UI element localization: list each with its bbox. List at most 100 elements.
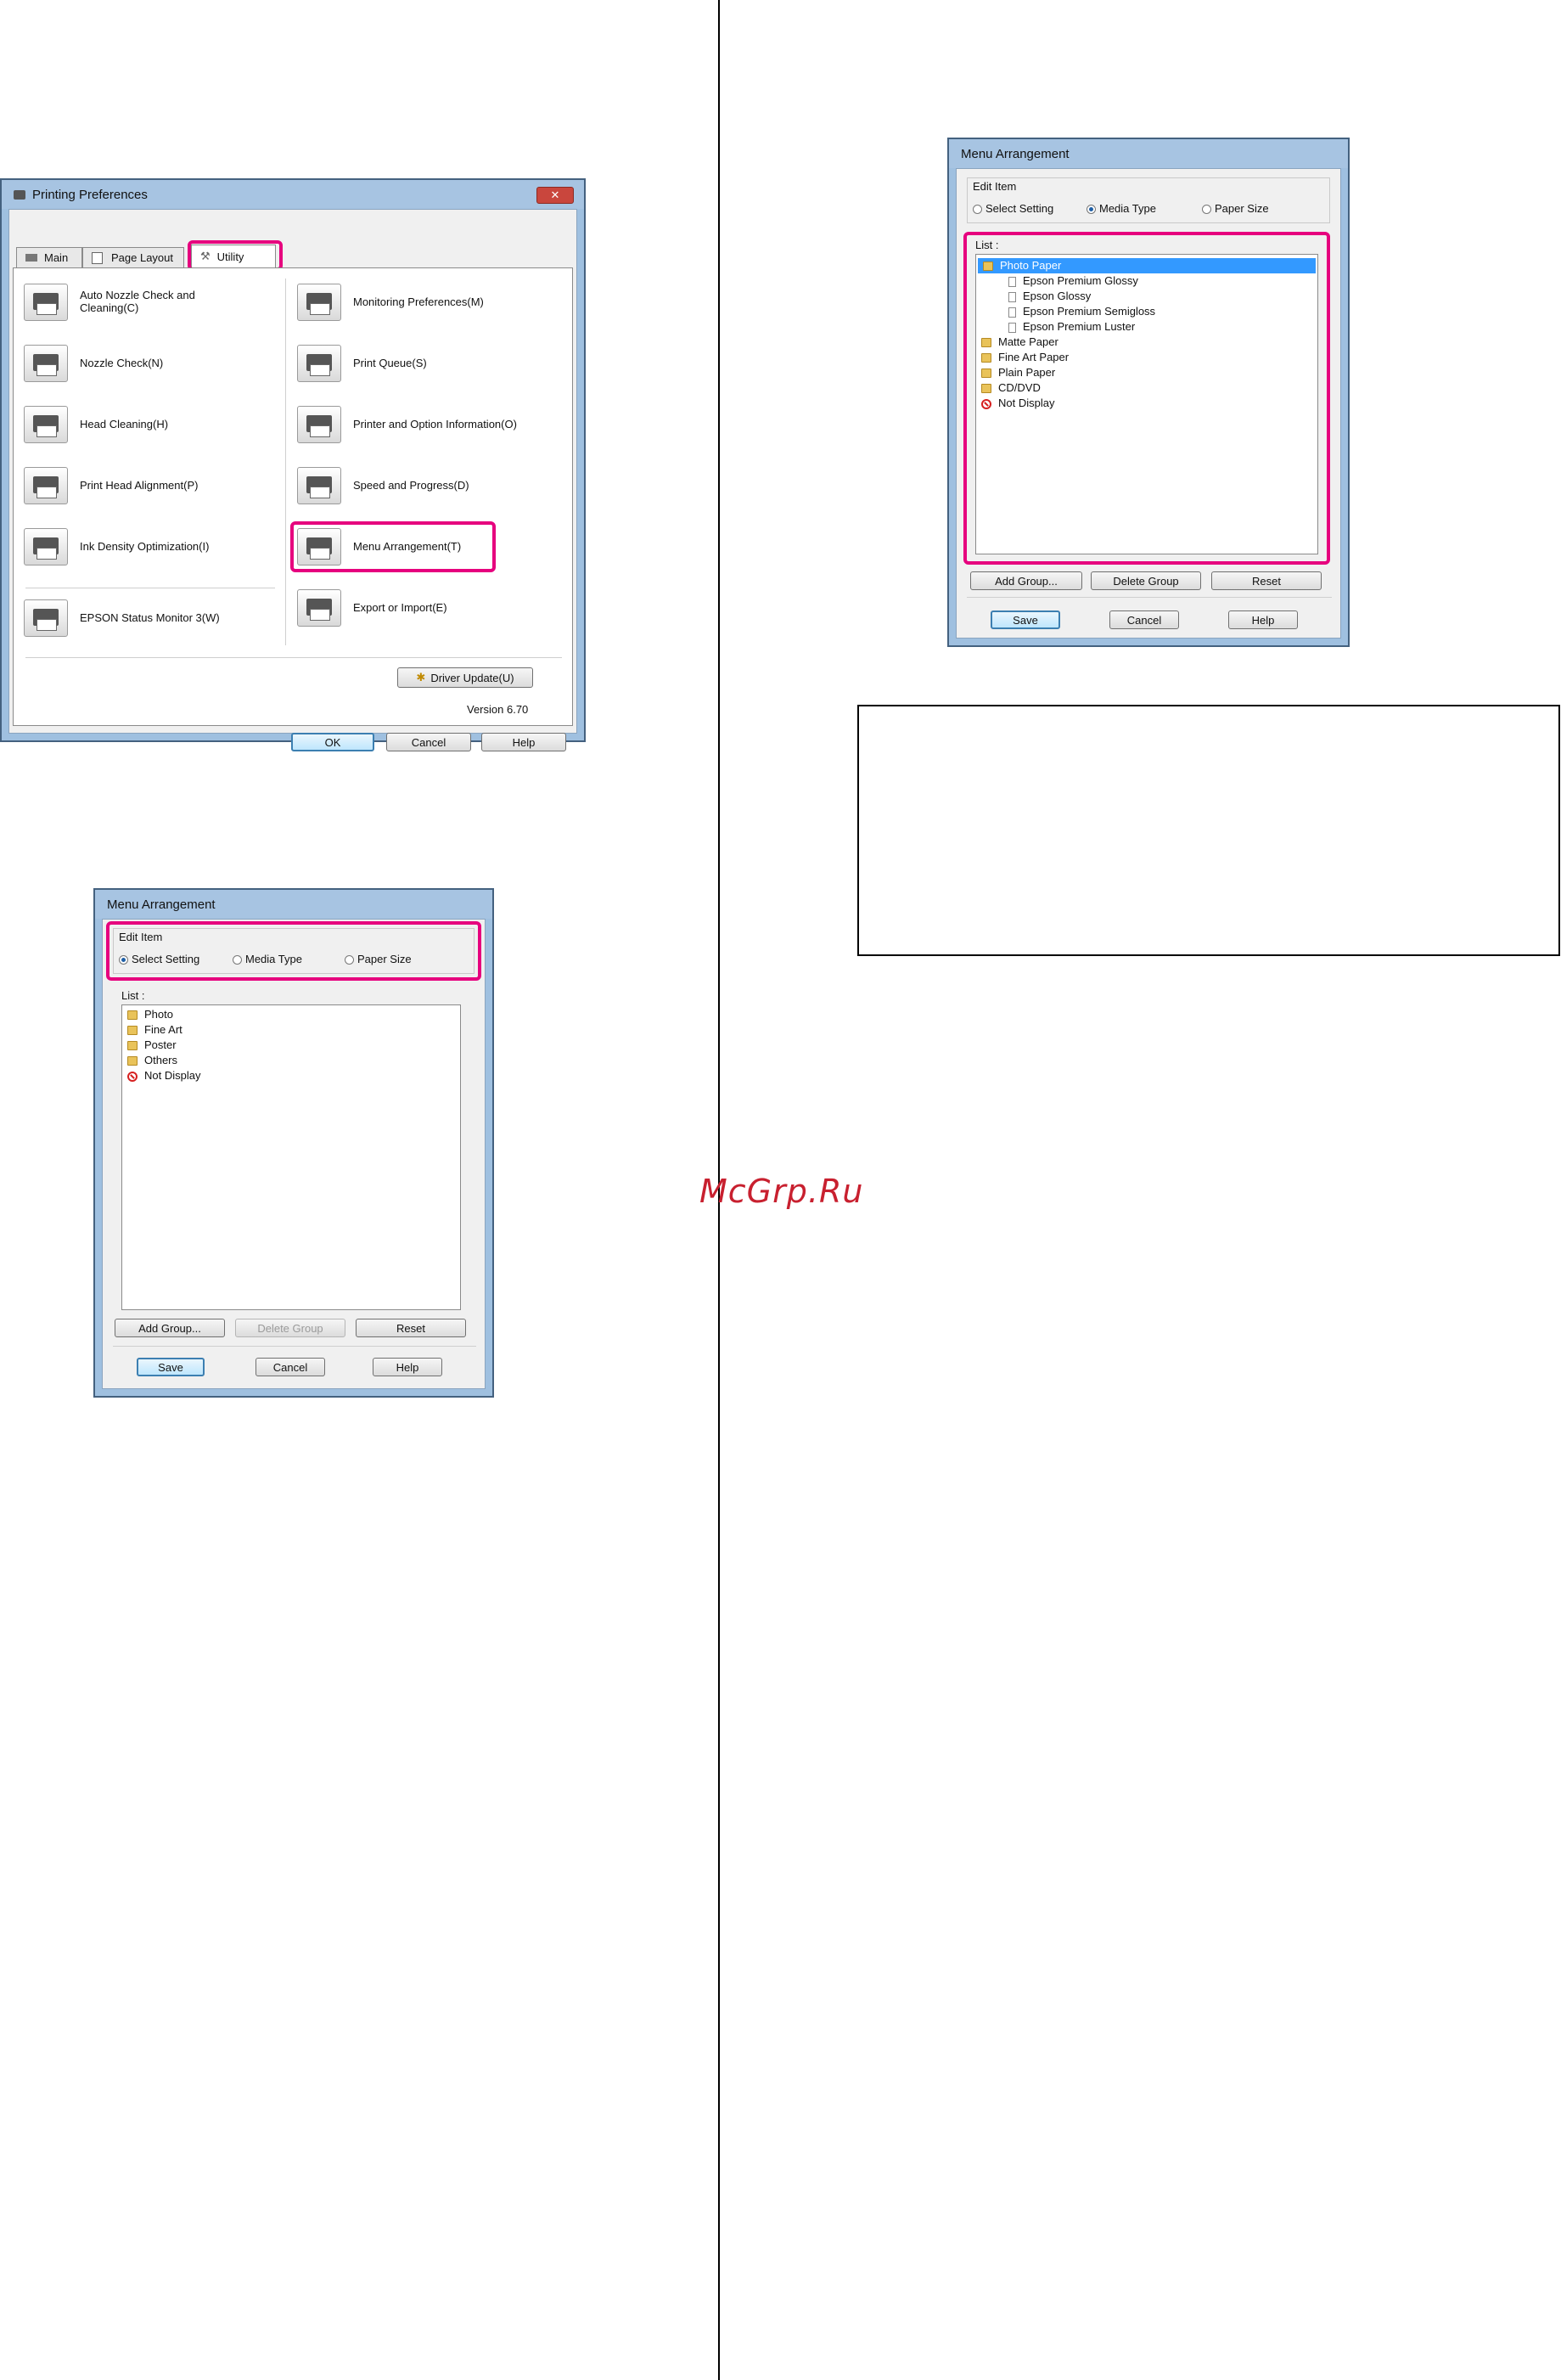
list-item[interactable]: Fine Art Paper	[976, 350, 1317, 365]
nozzle-check-icon[interactable]	[24, 345, 68, 382]
printer-info-icon[interactable]	[297, 406, 341, 443]
page-icon	[92, 251, 103, 264]
util-speed-progress-label[interactable]: Speed and Progress(D)	[353, 479, 469, 492]
head-cleaning-icon[interactable]	[24, 406, 68, 443]
folder-icon	[981, 369, 991, 379]
note-box	[857, 705, 1560, 956]
util-monitoring-label[interactable]: Monitoring Preferences(M)	[353, 295, 484, 308]
ma2-radio-media-type[interactable]: Media Type	[1087, 202, 1156, 215]
list-item[interactable]: Fine Art	[122, 1022, 460, 1038]
list-item[interactable]: CD/DVD	[976, 380, 1317, 396]
printer-small-icon	[25, 254, 37, 262]
menu-arrangement-dialog-2: Menu Arrangement Edit Item Select Settin…	[947, 138, 1350, 647]
media-item-icon	[1008, 291, 1016, 302]
speed-progress-icon[interactable]	[297, 467, 341, 504]
ma2-delete-group-button[interactable]: Delete Group	[1091, 571, 1201, 590]
ma1-button-separator	[113, 1346, 476, 1347]
ma1-help-button[interactable]: Help	[373, 1358, 442, 1376]
ma1-title: Menu Arrangement	[107, 897, 216, 912]
list-item[interactable]: Others	[122, 1053, 460, 1068]
folder-open-icon	[983, 262, 993, 272]
print-queue-icon[interactable]	[297, 345, 341, 382]
ma2-help-button[interactable]: Help	[1228, 610, 1298, 629]
list-item[interactable]: Poster	[122, 1038, 460, 1053]
printing-preferences-titlebar: Printing Preferences	[2, 180, 584, 209]
ma2-add-group-button[interactable]: Add Group...	[970, 571, 1082, 590]
list-item[interactable]: Epson Premium Semigloss	[976, 304, 1317, 319]
util-export-import-label[interactable]: Export or Import(E)	[353, 601, 447, 614]
util-nozzle-check-label[interactable]: Nozzle Check(N)	[80, 357, 163, 369]
printing-preferences-dialog: Printing Preferences ✕ Main Page Layout …	[0, 178, 586, 751]
list-item[interactable]: Plain Paper	[976, 365, 1317, 380]
ma2-listbox[interactable]: Photo Paper Epson Premium Glossy Epson G…	[975, 254, 1318, 554]
ma2-cancel-button[interactable]: Cancel	[1109, 610, 1179, 629]
ma1-delete-group-button[interactable]: Delete Group	[235, 1319, 345, 1337]
menu-arrangement-dialog-1: Menu Arrangement Edit Item Select Settin…	[93, 888, 494, 1398]
util-status-monitor-label[interactable]: EPSON Status Monitor 3(W)	[80, 611, 220, 624]
watermark-text: McGrp.Ru	[699, 1173, 864, 1210]
version-text: Version 6.70	[467, 703, 529, 716]
ma1-reset-button[interactable]: Reset	[356, 1319, 466, 1337]
ma2-body: Edit Item Select Setting Media Type Pape…	[956, 168, 1341, 639]
status-monitor-icon[interactable]	[24, 599, 68, 637]
ma2-button-separator	[967, 597, 1332, 598]
ok-button[interactable]: OK	[291, 733, 374, 751]
tab-page-layout[interactable]: Page Layout	[82, 247, 184, 267]
ma1-add-group-button[interactable]: Add Group...	[115, 1319, 225, 1337]
util-head-cleaning-label[interactable]: Head Cleaning(H)	[80, 418, 168, 430]
close-button[interactable]: ✕	[536, 187, 574, 204]
ma1-cancel-button[interactable]: Cancel	[255, 1358, 325, 1376]
util-print-queue-label[interactable]: Print Queue(S)	[353, 357, 427, 369]
ink-density-icon[interactable]	[24, 528, 68, 565]
util-printer-info-label[interactable]: Printer and Option Information(O)	[353, 418, 517, 430]
util-ink-density-label[interactable]: Ink Density Optimization(I)	[80, 540, 209, 553]
panel-vertical-separator	[285, 279, 286, 645]
ma2-radio-paper-size[interactable]: Paper Size	[1202, 202, 1269, 215]
utility-panel: Auto Nozzle Check and Cleaning(C) Nozzle…	[13, 267, 573, 726]
monitoring-preferences-icon[interactable]	[297, 284, 341, 321]
ma2-edit-item-label: Edit Item	[973, 180, 1017, 193]
util-head-alignment-label[interactable]: Print Head Alignment(P)	[80, 479, 198, 492]
export-import-icon[interactable]	[297, 589, 341, 627]
list-item[interactable]: Epson Glossy	[976, 289, 1317, 304]
list-item[interactable]: Photo	[122, 1007, 460, 1022]
ma1-list-label: List :	[121, 989, 145, 1002]
media-item-icon	[1008, 276, 1016, 287]
folder-icon	[981, 353, 991, 363]
list-item[interactable]: Not Display	[976, 396, 1317, 411]
ma1-listbox[interactable]: Photo Fine Art Poster Others Not Display	[121, 1004, 461, 1310]
ma2-title: Menu Arrangement	[961, 146, 1070, 161]
list-item[interactable]: Epson Premium Luster	[976, 319, 1317, 335]
ma2-radio-select-setting[interactable]: Select Setting	[973, 202, 1053, 215]
radio-checked-icon	[1087, 205, 1096, 215]
radio-unchecked-icon	[973, 205, 982, 215]
ma1-body: Edit Item Select Setting Media Type Pape…	[102, 919, 486, 1389]
not-display-icon	[127, 1071, 138, 1082]
list-item[interactable]: Matte Paper	[976, 335, 1317, 350]
printing-preferences-body: Main Page Layout ⚒ Utility Auto Nozzle C…	[8, 209, 577, 751]
tab-main[interactable]: Main	[16, 247, 82, 267]
radio-unchecked-icon	[1202, 205, 1211, 215]
ma2-titlebar: Menu Arrangement	[949, 139, 1348, 168]
folder-icon	[981, 338, 991, 348]
folder-icon	[127, 1056, 138, 1066]
list-item[interactable]: Epson Premium Glossy	[976, 273, 1317, 289]
media-item-icon	[1008, 307, 1016, 318]
panel-bottom-separator	[25, 657, 562, 658]
dialog-title: Printing Preferences	[32, 187, 148, 202]
cancel-button[interactable]: Cancel	[386, 733, 471, 751]
list-item[interactable]: Not Display	[122, 1068, 460, 1083]
folder-icon	[981, 384, 991, 394]
ma2-save-button[interactable]: Save	[991, 610, 1060, 629]
driver-update-button[interactable]: ✱ Driver Update(U)	[397, 667, 533, 688]
not-display-icon	[981, 398, 991, 409]
nozzle-check-clean-icon[interactable]	[24, 284, 68, 321]
head-alignment-icon[interactable]	[24, 467, 68, 504]
ma2-reset-button[interactable]: Reset	[1211, 571, 1322, 590]
ma1-save-button[interactable]: Save	[137, 1358, 205, 1376]
update-icon: ✱	[416, 671, 426, 684]
list-item-selected[interactable]: Photo Paper	[978, 258, 1316, 273]
util-auto-nozzle-label[interactable]: Auto Nozzle Check and Cleaning(C)	[80, 289, 250, 314]
folder-icon	[127, 1041, 138, 1051]
help-button[interactable]: Help	[481, 733, 566, 751]
